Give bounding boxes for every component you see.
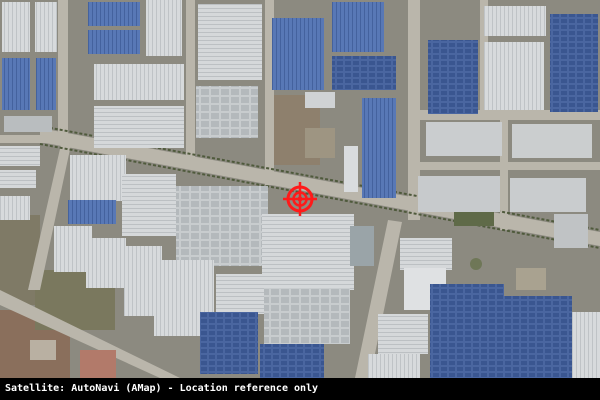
satellite-imagery <box>0 0 600 378</box>
satellite-map[interactable] <box>0 0 600 378</box>
map-attribution-caption: Satellite: AutoNavi (AMap) - Location re… <box>0 378 600 400</box>
